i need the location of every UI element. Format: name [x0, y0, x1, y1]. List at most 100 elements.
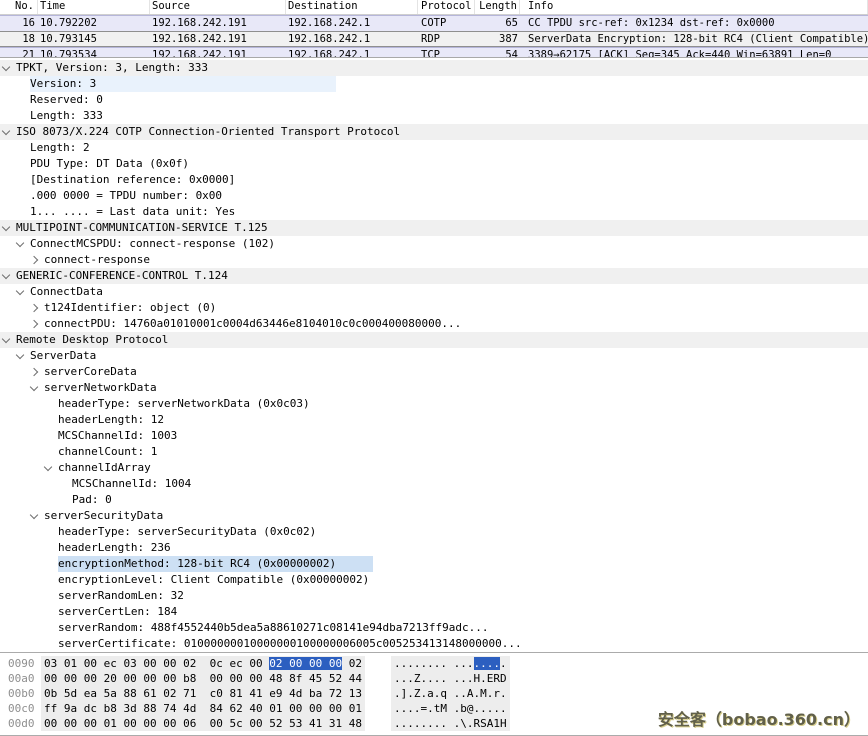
hex-bytes[interactable]: ff 9a dc b8 3d 88 74 4d 84 62 40 01 00 0…	[41, 701, 365, 716]
hex-ascii[interactable]: ...Z.... ...H.ERD	[391, 671, 510, 686]
tree-row[interactable]: ServerData	[0, 348, 868, 364]
tree-row[interactable]: Pad: 0	[0, 492, 868, 508]
chevron-down-icon[interactable]	[2, 335, 10, 343]
tree-row[interactable]: t124Identifier: object (0)	[0, 300, 868, 316]
tree-row[interactable]: headerLength: 236	[0, 540, 868, 556]
tree-row[interactable]: headerLength: 12	[0, 412, 868, 428]
tree-row[interactable]: [Destination reference: 0x0000]	[0, 172, 868, 188]
chevron-down-icon[interactable]	[30, 383, 38, 391]
hex-ascii[interactable]: ....=.tM .b@.....	[391, 701, 510, 716]
chevron-down-icon[interactable]	[2, 223, 10, 231]
tree-row[interactable]: serverCertLen: 184	[0, 604, 868, 620]
tree-row-label: serverRandomLen: 32	[58, 588, 184, 604]
hex-bytes[interactable]: 0b 5d ea 5a 88 61 02 71 c0 81 41 e9 4d b…	[41, 686, 365, 701]
tree-row[interactable]: 1... .... = Last data unit: Yes	[0, 204, 868, 220]
column-header-no[interactable]: No.	[0, 0, 38, 14]
tree-row-label: serverCertificate: 010000000100000001000…	[58, 636, 522, 652]
column-header-destination[interactable]: Destination	[286, 0, 418, 14]
tree-row[interactable]: PDU Type: DT Data (0x0f)	[0, 156, 868, 172]
packet-cell-time: 10.793534	[38, 48, 150, 57]
column-header-info[interactable]: Info	[520, 0, 868, 14]
chevron-down-icon[interactable]	[44, 463, 52, 471]
packet-list-pane: No.TimeSource^DestinationProtocolLengthI…	[0, 0, 868, 58]
chevron-down-icon[interactable]	[2, 63, 10, 71]
tree-row-label: Pad: 0	[72, 492, 112, 508]
tree-row[interactable]: ConnectMCSPDU: connect-response (102)	[0, 236, 868, 252]
tree-row[interactable]: headerType: serverSecurityData (0x0c02)	[0, 524, 868, 540]
tree-row-label: t124Identifier: object (0)	[44, 300, 216, 316]
tree-row[interactable]: ConnectData	[0, 284, 868, 300]
packet-list-rows: 1610.792202192.168.242.191192.168.242.1C…	[0, 15, 868, 57]
hex-offset: 00c0	[8, 701, 38, 716]
hex-ascii[interactable]: ........ .\.RSA1H	[391, 716, 510, 731]
tree-row[interactable]: channelCount: 1	[0, 444, 868, 460]
tree-row-label: MULTIPOINT-COMMUNICATION-SERVICE T.125	[16, 220, 268, 236]
packet-row-21[interactable]: 2110.793534192.168.242.191192.168.242.1T…	[0, 47, 868, 57]
column-header-length[interactable]: Length	[475, 0, 520, 14]
tree-row[interactable]: serverSecurityData	[0, 508, 868, 524]
tree-row[interactable]: .000 0000 = TPDU number: 0x00	[0, 188, 868, 204]
packet-cell-protocol: RDP	[418, 32, 475, 46]
tree-row[interactable]: Remote Desktop Protocol	[0, 332, 868, 348]
tree-row[interactable]: serverCoreData	[0, 364, 868, 380]
column-header-source[interactable]: Source^	[150, 0, 286, 14]
chevron-down-icon[interactable]	[16, 287, 24, 295]
packet-row-18[interactable]: 1810.793145192.168.242.191192.168.242.1R…	[0, 31, 868, 47]
column-header-time[interactable]: Time	[38, 0, 150, 14]
hex-bytes[interactable]: 03 01 00 ec 03 00 00 02 0c ec 00 02 00 0…	[41, 656, 365, 671]
hex-ascii[interactable]: ........ ........	[391, 656, 510, 671]
tree-row[interactable]: serverNetworkData	[0, 380, 868, 396]
packet-cell-destination: 192.168.242.1	[286, 16, 418, 31]
hex-ascii[interactable]: .].Z.a.q ..A.M.r.	[391, 686, 510, 701]
packet-cell-source: 192.168.242.191	[150, 32, 286, 46]
tree-row[interactable]: serverCertificate: 010000000100000001000…	[0, 636, 868, 652]
tree-row[interactable]: Reserved: 0	[0, 92, 868, 108]
packet-cell-protocol: COTP	[418, 16, 475, 31]
packet-cell-protocol: TCP	[418, 48, 475, 57]
tree-row-label: ISO 8073/X.224 COTP Connection-Oriented …	[16, 124, 400, 140]
tree-row[interactable]: MCSChannelId: 1004	[0, 476, 868, 492]
hex-row[interactable]: 009003 01 00 ec 03 00 00 02 0c ec 00 02 …	[0, 656, 868, 671]
chevron-down-icon[interactable]	[16, 351, 24, 359]
chevron-right-icon[interactable]	[30, 368, 38, 376]
tree-row[interactable]: GENERIC-CONFERENCE-CONTROL T.124	[0, 268, 868, 284]
tree-row[interactable]: MULTIPOINT-COMMUNICATION-SERVICE T.125	[0, 220, 868, 236]
tree-row-label: headerType: serverSecurityData (0x0c02)	[58, 524, 316, 540]
chevron-down-icon[interactable]	[16, 239, 24, 247]
tree-row-label: Reserved: 0	[30, 92, 103, 108]
hex-bytes[interactable]: 00 00 00 01 00 00 00 06 00 5c 00 52 53 4…	[41, 716, 365, 731]
tree-row[interactable]: MCSChannelId: 1003	[0, 428, 868, 444]
tree-row-label: serverCoreData	[44, 364, 137, 380]
tree-row[interactable]: Version: 3	[0, 76, 868, 92]
tree-row-label: .000 0000 = TPDU number: 0x00	[30, 188, 222, 204]
packet-cell-time: 10.792202	[38, 16, 150, 31]
hex-offset: 00b0	[8, 686, 38, 701]
chevron-right-icon[interactable]	[30, 304, 38, 312]
hex-bytes[interactable]: 00 00 00 20 00 00 00 b8 00 00 00 48 8f 4…	[41, 671, 365, 686]
tree-row[interactable]: encryptionLevel: Client Compatible (0x00…	[0, 572, 868, 588]
packet-row-16[interactable]: 1610.792202192.168.242.191192.168.242.1C…	[0, 15, 868, 31]
tree-row[interactable]: encryptionMethod: 128-bit RC4 (0x0000000…	[0, 556, 868, 572]
tree-row[interactable]: TPKT, Version: 3, Length: 333	[0, 60, 868, 76]
chevron-right-icon[interactable]	[30, 320, 38, 328]
tree-row[interactable]: headerType: serverNetworkData (0x0c03)	[0, 396, 868, 412]
tree-row[interactable]: serverRandom: 488f4552440b5dea5a88610271…	[0, 620, 868, 636]
tree-row[interactable]: ISO 8073/X.224 COTP Connection-Oriented …	[0, 124, 868, 140]
chevron-down-icon[interactable]	[2, 127, 10, 135]
hex-row[interactable]: 00b00b 5d ea 5a 88 61 02 71 c0 81 41 e9 …	[0, 686, 868, 701]
tree-row[interactable]: Length: 2	[0, 140, 868, 156]
chevron-down-icon[interactable]	[30, 511, 38, 519]
tree-row[interactable]: connect-response	[0, 252, 868, 268]
chevron-down-icon[interactable]	[2, 271, 10, 279]
tree-row[interactable]: channelIdArray	[0, 460, 868, 476]
hex-row[interactable]: 00a000 00 00 20 00 00 00 b8 00 00 00 48 …	[0, 671, 868, 686]
column-header-protocol[interactable]: Protocol	[418, 0, 475, 14]
watermark: 安全客（bobao.360.cn）	[658, 706, 860, 730]
packet-cell-destination: 192.168.242.1	[286, 48, 418, 57]
chevron-right-icon[interactable]	[30, 256, 38, 264]
tree-row-label: serverNetworkData	[44, 380, 157, 396]
tree-row-label: ConnectMCSPDU: connect-response (102)	[30, 236, 275, 252]
tree-row[interactable]: serverRandomLen: 32	[0, 588, 868, 604]
tree-row[interactable]: Length: 333	[0, 108, 868, 124]
tree-row[interactable]: connectPDU: 14760a01010001c0004d63446e81…	[0, 316, 868, 332]
